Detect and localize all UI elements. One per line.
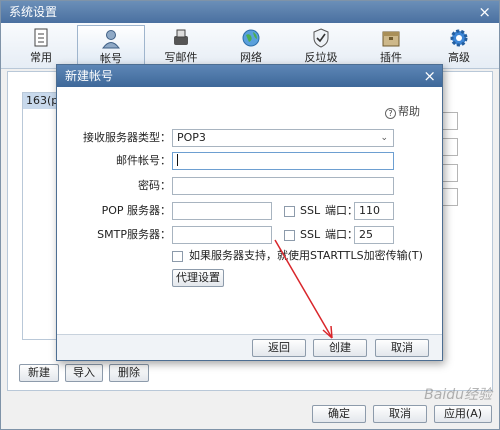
settings-field[interactable] [442,188,458,206]
settings-field[interactable] [442,112,458,130]
tab-plugin[interactable]: 插件 [357,25,425,67]
dialog-title-bar: 新建帐号 × [57,65,442,87]
general-icon [34,28,48,47]
new-account-button[interactable]: 新建 [19,364,59,382]
tab-advanced-label: 高级 [448,51,470,64]
network-icon [242,29,260,47]
account-icon [102,30,120,49]
settings-field[interactable] [442,138,458,156]
dialog-footer: 返回 创建 取消 [57,334,442,360]
new-account-dialog: 新建帐号 × ? 帮助 接收服务器类型： POP3 ⌄ 邮件帐号： 密码： POP… [56,64,443,361]
apply-button[interactable]: 应用(A) [434,405,492,423]
pop-port-value: 110 [359,204,380,217]
smtp-server-input[interactable] [172,226,272,244]
watermark: Baidu经验 [424,387,492,403]
advanced-icon [450,29,468,47]
tab-general[interactable]: 常用 [7,25,75,67]
dialog-cancel-button[interactable]: 取消 [375,339,429,357]
server-type-select[interactable]: POP3 ⌄ [172,129,394,147]
tab-general-label: 常用 [30,51,52,64]
pop-port-input[interactable]: 110 [354,202,394,220]
pop-server-label: POP 服务器： [101,204,171,217]
pop-server-input[interactable] [172,202,272,220]
create-button[interactable]: 创建 [313,339,367,357]
compose-icon [174,29,188,45]
server-type-label: 接收服务器类型： [83,131,171,144]
pop-ssl-checkbox[interactable] [284,206,295,217]
email-label: 邮件帐号： [116,154,171,167]
dialog-close-icon[interactable]: × [423,67,436,85]
tab-antispam[interactable]: 反垃圾 [287,25,355,67]
plugin-icon [382,31,400,47]
window-cancel-button[interactable]: 取消 [373,405,427,423]
tab-compose[interactable]: 写邮件 [147,25,215,67]
smtp-ssl-checkbox[interactable] [284,230,295,241]
dialog-title: 新建帐号 [65,69,114,83]
tab-advanced[interactable]: 高级 [425,25,493,67]
delete-account-button[interactable]: 删除 [109,364,149,382]
help-icon: ? [385,108,396,119]
tab-plugin-label: 插件 [380,51,402,64]
password-input[interactable] [172,177,394,195]
import-account-button[interactable]: 导入 [65,364,103,382]
help-link[interactable]: ? 帮助 [385,103,420,119]
tab-network[interactable]: 网络 [217,25,285,67]
smtp-port-input[interactable]: 25 [354,226,394,244]
proxy-settings-button[interactable]: 代理设置 [172,269,224,287]
window-close-icon[interactable]: × [478,3,491,21]
back-button[interactable]: 返回 [252,339,306,357]
window-title: 系统设置 [9,5,58,19]
tab-account[interactable]: 帐号 [77,25,145,69]
window-title-bar: 系统设置 × [1,1,499,23]
starttls-checkbox[interactable] [172,251,183,262]
pop-ssl-label: SSL [300,204,321,217]
smtp-ssl-label: SSL [300,228,321,241]
ok-button[interactable]: 确定 [312,405,366,423]
server-type-value: POP3 [177,131,206,144]
tab-compose-label: 写邮件 [164,51,198,64]
settings-toolbar: 常用 帐号 写邮件 网络 反垃圾 插件 高级 [1,23,499,69]
password-label: 密码： [138,179,171,192]
chevron-down-icon: ⌄ [380,133,388,143]
text-caret [177,154,178,166]
antispam-icon [313,28,329,48]
smtp-server-label: SMTP服务器： [97,228,171,241]
smtp-port-value: 25 [359,228,373,241]
email-input[interactable] [172,152,394,170]
tab-network-label: 网络 [240,51,262,64]
starttls-label: 如果服务器支持，就使用STARTTLS加密传输(T) [189,249,423,262]
settings-field[interactable] [442,164,458,182]
help-label: 帮助 [398,105,420,118]
tab-antispam-label: 反垃圾 [304,51,338,64]
